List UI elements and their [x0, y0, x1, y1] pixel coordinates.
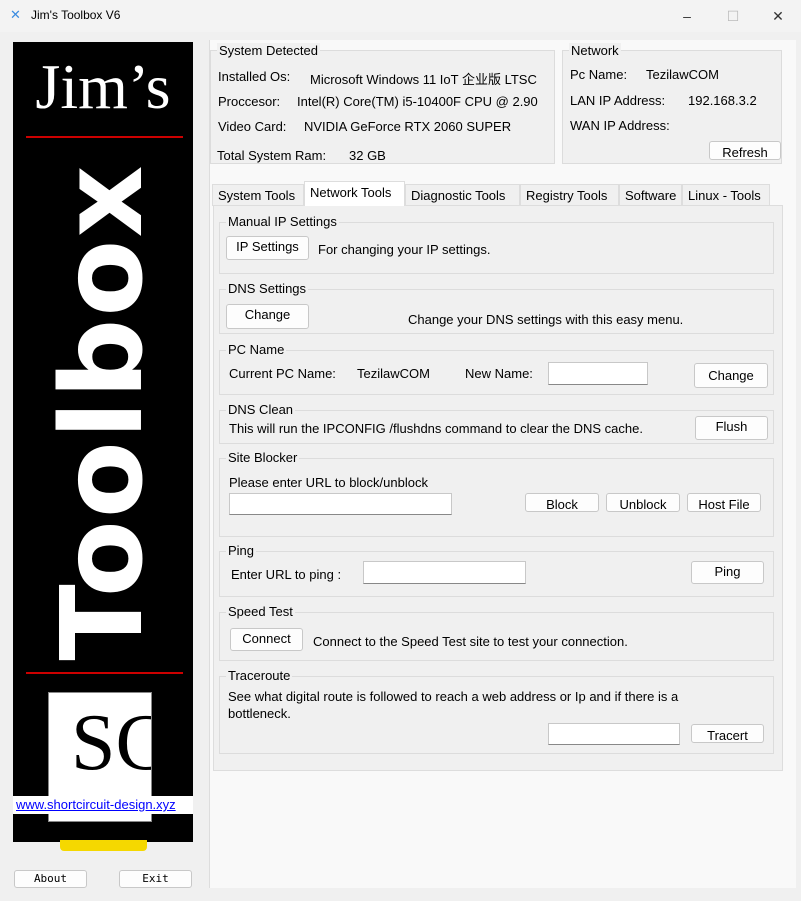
block-url-input[interactable]: [229, 493, 452, 515]
new-name-input[interactable]: [548, 362, 648, 385]
section-title: PC Name: [226, 342, 287, 357]
section-desc: Enter URL to ping :: [231, 567, 342, 582]
ping-button[interactable]: Ping: [691, 561, 764, 584]
network-group: Network Pc Name: TezilawCOM LAN IP Addre…: [562, 43, 782, 164]
about-button[interactable]: About: [14, 870, 87, 888]
section-title: Manual IP Settings: [226, 214, 339, 229]
section-desc: For changing your IP settings.: [318, 242, 491, 257]
lan-ip-value: 192.168.3.2: [688, 93, 757, 108]
pc-name-section: PC Name Current PC Name: TezilawCOM New …: [219, 342, 774, 395]
unblock-button[interactable]: Unblock: [606, 493, 680, 512]
website-link[interactable]: www.shortcircuit-design.xyz: [13, 796, 193, 814]
pc-name-change-button[interactable]: Change: [694, 363, 768, 388]
tracert-button[interactable]: Tracert: [691, 724, 764, 743]
section-desc: This will run the IPCONFIG /flushdns com…: [229, 421, 643, 436]
speed-test-section: Speed Test Connect Connect to the Speed …: [219, 604, 774, 661]
system-detected-group: System Detected Installed Os: Microsoft …: [210, 43, 555, 164]
section-title: DNS Clean: [226, 402, 296, 417]
traceroute-section: Traceroute See what digital route is fol…: [219, 668, 774, 754]
pc-name-value: TezilawCOM: [646, 67, 719, 82]
ping-section: Ping Enter URL to ping : Ping: [219, 543, 774, 597]
tab-diagnostic-tools[interactable]: Diagnostic Tools: [405, 184, 520, 206]
tab-linux-tools[interactable]: Linux - Tools: [682, 184, 770, 206]
ping-url-input[interactable]: [363, 561, 526, 584]
sidebar-banner: Jim’s Toolbox SC www.shortcircuit-design…: [13, 42, 193, 842]
tab-system-tools[interactable]: System Tools: [212, 184, 304, 206]
ram-value: 32 GB: [349, 148, 386, 163]
minimize-button[interactable]: –: [664, 0, 710, 32]
group-title: Network: [569, 43, 621, 58]
lan-ip-label: LAN IP Address:: [570, 93, 666, 108]
brand-vertical: Toolbox: [38, 163, 168, 661]
section-desc: Please enter URL to block/unblock: [229, 475, 428, 490]
current-pc-name-value: TezilawCOM: [357, 366, 430, 381]
tab-network-tools[interactable]: Network Tools: [304, 181, 405, 206]
dns-change-button[interactable]: Change: [226, 304, 309, 329]
wan-ip-label: WAN IP Address:: [570, 118, 670, 133]
close-button[interactable]: ✕: [755, 0, 801, 32]
badge: [60, 840, 147, 851]
site-blocker-section: Site Blocker Please enter URL to block/u…: [219, 450, 774, 537]
manual-ip-section: Manual IP Settings IP Settings For chang…: [219, 214, 774, 274]
divider: [26, 672, 183, 674]
section-desc: Connect to the Speed Test site to test y…: [313, 634, 628, 649]
network-tools-panel: Manual IP Settings IP Settings For chang…: [213, 205, 783, 771]
exit-button[interactable]: Exit: [119, 870, 192, 888]
dns-settings-section: DNS Settings Change Change your DNS sett…: [219, 281, 774, 334]
os-label: Installed Os:: [218, 69, 291, 84]
ram-label: Total System Ram:: [217, 148, 327, 163]
group-title: System Detected: [217, 43, 320, 58]
pc-name-label: Pc Name:: [570, 67, 628, 82]
cpu-label: Proccesor:: [218, 94, 281, 109]
maximize-button[interactable]: ☐: [710, 0, 756, 32]
dns-clean-section: DNS Clean This will run the IPCONFIG /fl…: [219, 402, 774, 444]
section-desc: See what digital route is followed to re…: [228, 689, 679, 721]
divider: [26, 136, 183, 138]
new-name-label: New Name:: [465, 366, 533, 381]
section-title: Traceroute: [226, 668, 293, 683]
os-value: Microsoft Windows 11 IoT 企业版 LTSC: [310, 72, 537, 87]
refresh-button[interactable]: Refresh: [709, 141, 781, 160]
section-title: Site Blocker: [226, 450, 300, 465]
brand-top: Jim’s: [35, 51, 171, 122]
gpu-label: Video Card:: [218, 119, 287, 134]
section-title: Speed Test: [226, 604, 295, 619]
host-file-button[interactable]: Host File: [687, 493, 761, 512]
title-bar: ✕ Jim's Toolbox V6 – ☐ ✕: [0, 0, 801, 32]
window-title: Jim's Toolbox V6: [31, 8, 121, 22]
block-button[interactable]: Block: [525, 493, 599, 512]
connect-button[interactable]: Connect: [230, 628, 303, 651]
section-title: DNS Settings: [226, 281, 309, 296]
cpu-value: Intel(R) Core(TM) i5-10400F CPU @ 2.90: [297, 94, 538, 109]
ip-settings-button[interactable]: IP Settings: [226, 236, 309, 260]
tools-icon: ✕: [10, 7, 21, 22]
current-pc-name-label: Current PC Name:: [229, 366, 336, 381]
tab-software[interactable]: Software: [619, 184, 682, 206]
flush-button[interactable]: Flush: [695, 416, 768, 440]
section-desc: Change your DNS settings with this easy …: [408, 312, 684, 327]
section-title: Ping: [226, 543, 257, 558]
traceroute-input[interactable]: [548, 723, 680, 745]
gpu-value: NVIDIA GeForce RTX 2060 SUPER: [304, 119, 512, 134]
tab-registry-tools[interactable]: Registry Tools: [520, 184, 619, 206]
